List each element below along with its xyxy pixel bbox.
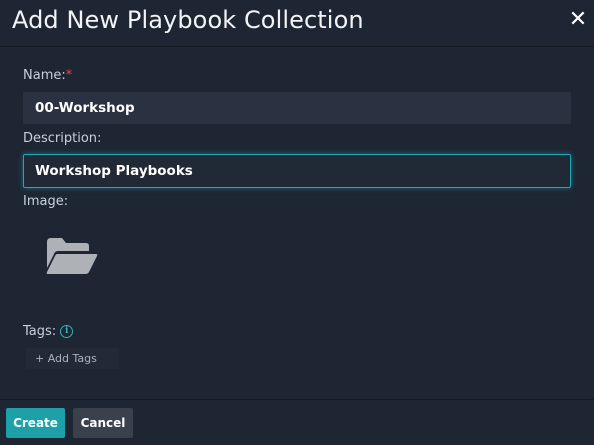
info-icon[interactable]: i bbox=[60, 325, 74, 338]
folder-open-icon[interactable] bbox=[46, 236, 98, 276]
name-label: Name:* bbox=[23, 68, 72, 83]
description-input[interactable]: Workshop Playbooks bbox=[23, 154, 571, 188]
required-asterisk: * bbox=[65, 68, 73, 83]
name-label-text: Name: bbox=[23, 68, 66, 83]
cancel-button[interactable]: Cancel bbox=[73, 408, 133, 438]
dialog-header: Add New Playbook Collection ✕ bbox=[0, 0, 594, 47]
close-icon[interactable]: ✕ bbox=[566, 6, 590, 34]
tags-label: Tags: i bbox=[23, 324, 74, 339]
description-label: Description: bbox=[23, 131, 102, 146]
add-tags-button[interactable]: + Add Tags bbox=[26, 348, 119, 369]
add-playbook-collection-dialog: Add New Playbook Collection ✕ Name:* 00-… bbox=[0, 0, 594, 444]
dialog-title: Add New Playbook Collection bbox=[12, 6, 364, 34]
image-label: Image: bbox=[23, 194, 69, 209]
create-button[interactable]: Create bbox=[6, 408, 65, 438]
name-input[interactable]: 00-Workshop bbox=[23, 92, 571, 124]
dialog-footer: Create Cancel bbox=[0, 399, 594, 445]
tags-label-text: Tags: bbox=[23, 324, 57, 339]
